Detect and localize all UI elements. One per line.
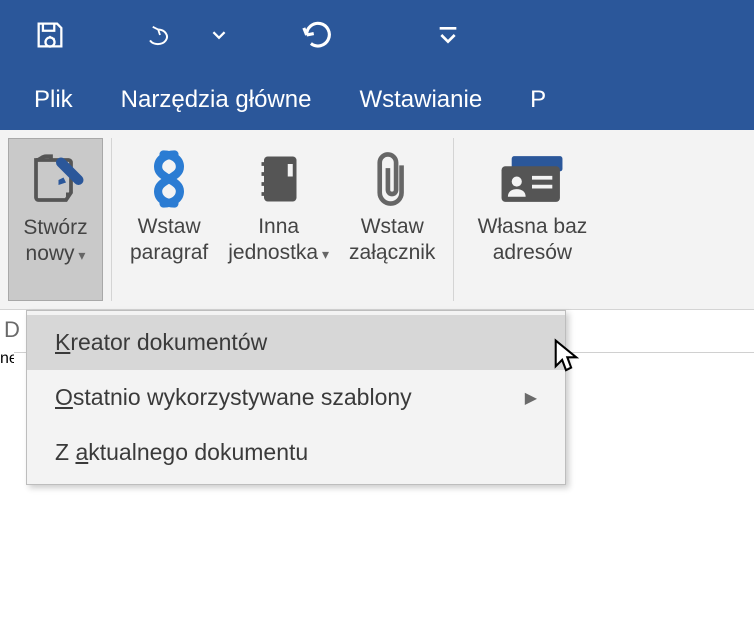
menu-item-label: Z aktualnego dokumentu — [55, 439, 308, 466]
menu-item-document-creator[interactable]: Kreator dokumentów — [27, 315, 565, 370]
customize-qat-icon[interactable] — [428, 15, 468, 55]
menu-item-from-current-document[interactable]: Z aktualnego dokumentu — [27, 425, 565, 480]
insert-paragraph-label-1: Wstaw — [138, 214, 201, 240]
save-refresh-icon[interactable] — [30, 15, 70, 55]
insert-paragraph-label-2: paragraf — [130, 240, 208, 266]
other-unit-label-2: jednostka — [228, 240, 329, 266]
redo-icon[interactable] — [298, 15, 338, 55]
own-address-db-button[interactable]: Własna baz adresów — [462, 138, 602, 301]
tab-next-partial[interactable]: P — [530, 86, 546, 114]
undo-icon[interactable] — [140, 15, 180, 55]
insert-attachment-label-1: Wstaw — [361, 214, 424, 240]
section-icon — [145, 144, 193, 214]
submenu-arrow-icon: ▶ — [525, 388, 537, 408]
ribbon-group-create: Stwórz nowy — [0, 138, 112, 301]
tab-file[interactable]: Plik — [34, 86, 73, 114]
ribbon: Stwórz nowy Wstaw paragraf — [0, 130, 754, 310]
create-new-button[interactable]: Stwórz nowy — [8, 138, 103, 301]
group-label-left-partial: D — [4, 317, 20, 343]
create-new-label-2: nowy — [26, 241, 86, 267]
address-card-icon — [499, 144, 565, 214]
quick-access-toolbar — [0, 0, 754, 70]
ribbon-group-edit: Wstaw paragraf Inna jednostka — [112, 138, 454, 301]
insert-attachment-label-2: załącznik — [349, 240, 435, 266]
menu-item-label: Ostatnio wykorzystywane szablony — [55, 384, 412, 411]
undo-dropdown-icon[interactable] — [210, 15, 228, 55]
ribbon-group-address: Własna baz adresów — [454, 138, 610, 301]
own-address-db-label-1: Własna baz — [478, 214, 588, 240]
own-address-db-label-2: adresów — [493, 240, 572, 266]
create-new-dropdown: Kreator dokumentów Ostatnio wykorzystywa… — [26, 310, 566, 485]
menu-item-label: Kreator dokumentów — [55, 329, 267, 356]
menu-item-recent-templates[interactable]: Ostatnio wykorzystywane szablony ▶ — [27, 370, 565, 425]
paperclip-icon — [370, 144, 414, 214]
notebook-icon — [254, 144, 304, 214]
create-new-label-1: Stwórz — [23, 215, 87, 241]
insert-paragraph-button[interactable]: Wstaw paragraf — [120, 138, 218, 301]
other-unit-label-1: Inna — [258, 214, 299, 240]
tab-home[interactable]: Narzędzia główne — [121, 86, 312, 114]
ribbon-tabs: Plik Narzędzia główne Wstawianie P — [0, 70, 754, 130]
insert-attachment-button[interactable]: Wstaw załącznik — [339, 138, 445, 301]
other-unit-button[interactable]: Inna jednostka — [218, 138, 339, 301]
create-new-icon — [26, 145, 86, 215]
tab-insert[interactable]: Wstawianie — [359, 86, 482, 114]
